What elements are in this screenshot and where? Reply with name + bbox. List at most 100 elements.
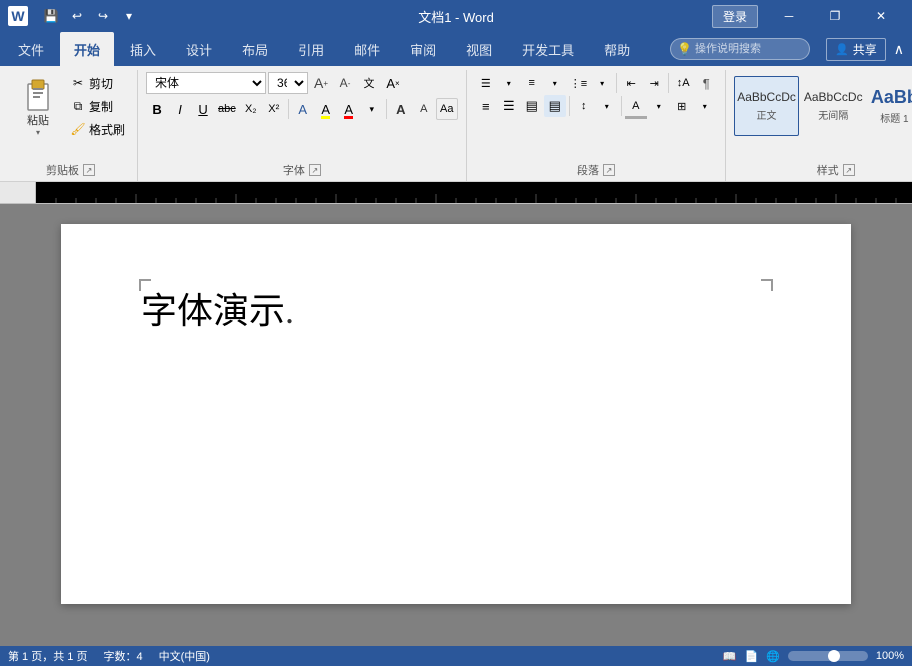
restore-button[interactable]: ❐ <box>812 0 858 32</box>
tab-layout[interactable]: 布局 <box>228 32 282 66</box>
close-button[interactable]: ✕ <box>858 0 904 32</box>
font-size-selector[interactable]: 36 <box>268 72 308 94</box>
paragraph-row1: ☰ ▾ ≡ ▾ ⋮≡ ▾ ⇤ ⇥ ↕A ¶ <box>475 72 717 94</box>
separator-3 <box>616 73 617 93</box>
tab-mailings[interactable]: 邮件 <box>340 32 394 66</box>
style-normal[interactable]: AaBbCcDc 正文 <box>734 76 799 136</box>
shading-dropdown[interactable]: ▾ <box>648 95 670 117</box>
web-layout-button[interactable]: 🌐 <box>766 650 780 663</box>
group-styles: AaBbCcDc 正文 AaBbCcDc 无间隔 AaBb 标题 1 ▲ ▼ ⊞… <box>726 70 912 181</box>
align-left-button[interactable]: ≡ <box>475 95 497 117</box>
tab-insert[interactable]: 插入 <box>116 32 170 66</box>
print-layout-button[interactable]: 📄 <box>744 650 758 663</box>
multilevel-list-dropdown[interactable]: ▾ <box>591 72 613 94</box>
paragraph-expand[interactable]: ↗ <box>603 164 615 176</box>
clipboard-expand[interactable]: ↗ <box>83 164 95 176</box>
tab-file[interactable]: 文件 <box>4 32 58 66</box>
format-painter-button[interactable]: 🖌 格式刷 <box>66 118 129 140</box>
show-marks-button[interactable]: ¶ <box>695 72 717 94</box>
margin-corner-tr <box>761 279 773 291</box>
paragraph-content: ☰ ▾ ≡ ▾ ⋮≡ ▾ ⇤ ⇥ ↕A ¶ ≡ ☰ ▤ ▤ ↕ ▾ <box>475 72 717 160</box>
bullet-list-button[interactable]: ☰ <box>475 72 497 94</box>
styles-expand-btn[interactable]: ↗ <box>843 164 855 176</box>
decrease-indent-button[interactable]: ⇤ <box>620 72 642 94</box>
ruler-area <box>0 182 912 204</box>
text-effect-button[interactable]: A <box>292 98 314 120</box>
align-center-button[interactable]: ☰ <box>498 95 520 117</box>
bulb-icon: 💡 <box>677 42 692 56</box>
font-shrink-button[interactable]: A- <box>334 72 356 94</box>
underline-button[interactable]: U <box>192 98 214 120</box>
sort-button[interactable]: ↕A <box>672 72 694 94</box>
multilevel-list-button[interactable]: ⋮≡ <box>567 72 590 94</box>
phonetic-button[interactable]: 文 <box>358 72 380 94</box>
font-grow-button[interactable]: A+ <box>310 72 332 94</box>
highlight-button[interactable]: A <box>315 98 337 120</box>
document-page[interactable]: 字体演示. <box>61 224 851 604</box>
style-normal-label: 正文 <box>757 107 777 122</box>
clipboard-content: 粘贴 ▾ ✂ 剪切 ⧉ 复制 🖌 格式刷 <box>12 72 129 160</box>
font-color-button[interactable]: A <box>338 98 360 120</box>
group-paragraph: ☰ ▾ ≡ ▾ ⋮≡ ▾ ⇤ ⇥ ↕A ¶ ≡ ☰ ▤ ▤ ↕ ▾ <box>467 70 726 181</box>
help-search-wrap: 💡 <box>670 38 810 60</box>
window-title: 文档1 - Word <box>418 7 494 26</box>
share-button[interactable]: 👤 共享 <box>826 38 886 61</box>
subscript-button[interactable]: X₂ <box>240 98 262 120</box>
justify-button[interactable]: ▤ <box>544 95 566 117</box>
grow-font-button[interactable]: A <box>390 98 412 120</box>
title-bar-right: 登录 － ❐ ✕ <box>712 0 904 32</box>
line-spacing-dropdown[interactable]: ▾ <box>596 95 618 117</box>
style-heading1[interactable]: AaBb 标题 1 <box>868 76 912 136</box>
login-button[interactable]: 登录 <box>712 5 758 28</box>
bullet-list-dropdown[interactable]: ▾ <box>498 72 520 94</box>
document-area[interactable]: 字体演示. <box>0 204 912 646</box>
align-right-button[interactable]: ▤ <box>521 95 543 117</box>
paste-dropdown[interactable]: ▾ <box>36 128 40 137</box>
read-mode-button[interactable]: 📖 <box>723 650 737 663</box>
tab-home[interactable]: 开始 <box>60 32 114 66</box>
increase-indent-button[interactable]: ⇥ <box>643 72 665 94</box>
cut-button[interactable]: ✂ 剪切 <box>66 72 129 94</box>
tab-references[interactable]: 引用 <box>284 32 338 66</box>
tab-help[interactable]: 帮助 <box>590 32 644 66</box>
italic-button[interactable]: I <box>169 98 191 120</box>
superscript-button[interactable]: X² <box>263 98 285 120</box>
font-expand[interactable]: ↗ <box>309 164 321 176</box>
shading-button[interactable]: A <box>625 95 647 117</box>
borders-dropdown[interactable]: ▾ <box>694 95 716 117</box>
font-name-selector[interactable]: 宋体 <box>146 72 266 94</box>
horizontal-ruler <box>36 182 912 204</box>
strikethrough-button[interactable]: abc <box>215 98 239 120</box>
copy-button[interactable]: ⧉ 复制 <box>66 95 129 117</box>
tab-design[interactable]: 设计 <box>172 32 226 66</box>
numbered-list-dropdown[interactable]: ▾ <box>544 72 566 94</box>
shrink-font-button[interactable]: A <box>413 98 435 120</box>
clear-format-button[interactable]: A× <box>382 72 404 94</box>
ribbon-collapse-button[interactable]: ∧ <box>894 41 904 58</box>
style-no-spacing-label: 无间隔 <box>818 107 848 122</box>
margin-corner-tl <box>139 279 151 291</box>
minimize-button[interactable]: － <box>766 0 812 32</box>
separator-4 <box>668 73 669 93</box>
bold-button[interactable]: B <box>146 98 168 120</box>
tab-review[interactable]: 审阅 <box>396 32 450 66</box>
borders-button[interactable]: ⊞ <box>671 95 693 117</box>
font-settings-button[interactable]: Aa <box>436 98 458 120</box>
line-spacing-button[interactable]: ↕ <box>573 95 595 117</box>
tab-view[interactable]: 视图 <box>452 32 506 66</box>
tab-developer[interactable]: 开发工具 <box>508 32 588 66</box>
zoom-slider[interactable] <box>788 651 868 661</box>
font-color-dropdown[interactable]: ▾ <box>361 98 383 120</box>
ribbon-body: 粘贴 ▾ ✂ 剪切 ⧉ 复制 🖌 格式刷 <box>0 66 912 182</box>
redo-button[interactable]: ↪ <box>92 5 114 27</box>
paste-button[interactable]: 粘贴 ▾ <box>12 72 64 140</box>
undo-button[interactable]: ↩ <box>66 5 88 27</box>
word-count: 字数：4 <box>103 648 142 664</box>
title-bar: W 💾 ↩ ↪ ▾ 文档1 - Word 登录 － ❐ ✕ <box>0 0 912 32</box>
style-no-spacing[interactable]: AaBbCcDc 无间隔 <box>801 76 866 136</box>
numbered-list-button[interactable]: ≡ <box>521 72 543 94</box>
page-count: 第 1 页，共 1 页 <box>8 648 87 664</box>
save-button[interactable]: 💾 <box>40 5 62 27</box>
customize-quick-access[interactable]: ▾ <box>118 5 140 27</box>
document-content[interactable]: 字体演示. <box>141 284 771 338</box>
